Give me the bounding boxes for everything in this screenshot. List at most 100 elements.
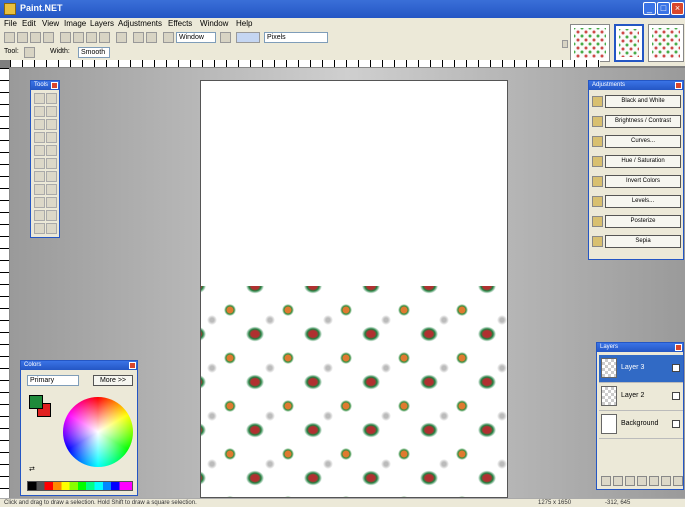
rectangle-icon[interactable] (34, 210, 45, 221)
antialias-combo[interactable]: Smooth (78, 47, 110, 58)
curves-icon (592, 136, 603, 147)
magic-wand-icon[interactable] (34, 132, 45, 143)
menu-image[interactable]: Image (64, 19, 86, 28)
adjustments-panel: Adjustments Black and White Brightness /… (588, 80, 684, 260)
menu-file[interactable]: File (4, 19, 17, 28)
paintbrush-icon[interactable] (34, 158, 45, 169)
menu-help[interactable]: Help (236, 19, 252, 28)
minimize-button[interactable]: _ (643, 2, 656, 15)
copy-icon[interactable] (73, 32, 84, 43)
menu-window[interactable]: Window (200, 19, 228, 28)
add-layer-icon[interactable] (601, 476, 611, 486)
sepia-button[interactable]: Sepia (605, 235, 681, 248)
zoom-in-icon[interactable] (220, 32, 231, 43)
layer-visibility-checkbox[interactable] (672, 364, 680, 372)
color-picker-icon[interactable] (46, 171, 57, 182)
rounded-rectangle-icon[interactable] (46, 210, 57, 221)
line-icon[interactable] (46, 197, 57, 208)
levels-icon (592, 196, 603, 207)
menu-adjustments[interactable]: Adjustments (118, 19, 162, 28)
zoom-icon[interactable] (163, 32, 174, 43)
primary-color-swatch[interactable] (29, 395, 43, 409)
freeform-shape-icon[interactable] (46, 223, 57, 234)
levels-button[interactable]: Levels... (605, 195, 681, 208)
zoom-combo[interactable]: Window (176, 32, 216, 43)
close-icon[interactable] (675, 82, 682, 89)
menu-view[interactable]: View (42, 19, 59, 28)
close-icon[interactable] (51, 82, 58, 89)
duplicate-layer-icon[interactable] (625, 476, 635, 486)
print-icon[interactable] (43, 32, 54, 43)
close-button[interactable]: × (671, 2, 684, 15)
more-colors-button[interactable]: More >> (93, 375, 133, 386)
black-white-button[interactable]: Black and White (605, 95, 681, 108)
layer-visibility-checkbox[interactable] (672, 420, 680, 428)
gradient-icon[interactable] (46, 145, 57, 156)
crop-icon[interactable] (99, 32, 110, 43)
ellipse-icon[interactable] (34, 223, 45, 234)
paint-bucket-icon[interactable] (34, 145, 45, 156)
paste-icon[interactable] (86, 32, 97, 43)
clone-stamp-icon[interactable] (34, 184, 45, 195)
curves-button[interactable]: Curves... (605, 135, 681, 148)
invert-colors-button[interactable]: Invert Colors (605, 175, 681, 188)
text-icon[interactable] (34, 197, 45, 208)
maximize-button[interactable]: □ (657, 2, 670, 15)
swap-colors-icon[interactable]: ⇄ (29, 465, 35, 473)
save-icon[interactable] (30, 32, 41, 43)
move-icon[interactable] (46, 93, 57, 104)
brightness-contrast-button[interactable]: Brightness / Contrast (605, 115, 681, 128)
eraser-icon[interactable] (46, 158, 57, 169)
christmas-pattern (201, 286, 507, 497)
layer-name: Background (621, 420, 659, 427)
redo-icon[interactable] (146, 32, 157, 43)
image-tab-1[interactable] (570, 24, 610, 62)
hue-icon (592, 156, 603, 167)
delete-layer-icon[interactable] (613, 476, 623, 486)
menu-edit[interactable]: Edit (22, 19, 36, 28)
close-icon[interactable] (129, 362, 136, 369)
move-layer-down-icon[interactable] (661, 476, 671, 486)
move-layer-up-icon[interactable] (649, 476, 659, 486)
color-palette[interactable] (27, 481, 133, 491)
layer-row[interactable]: Layer 2 (599, 383, 683, 411)
selection-mode-icon[interactable] (24, 47, 35, 58)
move-selection-icon[interactable] (46, 106, 57, 117)
hue-saturation-button[interactable]: Hue / Saturation (605, 155, 681, 168)
grid-icon[interactable] (236, 32, 260, 43)
main-toolbar: Window Pixels (0, 30, 560, 46)
deselect-icon[interactable] (116, 32, 127, 43)
open-icon[interactable] (17, 32, 28, 43)
image-tab-2[interactable] (614, 24, 644, 62)
layer-visibility-checkbox[interactable] (672, 392, 680, 400)
image-canvas[interactable] (200, 80, 508, 498)
layer-row[interactable]: Layer 3 (599, 355, 683, 383)
width-label: Width: (50, 48, 70, 55)
rectangle-select-icon[interactable] (34, 93, 45, 104)
recolor-icon[interactable] (46, 184, 57, 195)
black-white-icon (592, 96, 603, 107)
image-size: 1275 x 1650 (538, 500, 572, 506)
pan-icon[interactable] (46, 132, 57, 143)
pencil-icon[interactable] (34, 171, 45, 182)
color-mode-select[interactable]: Primary (27, 375, 79, 386)
image-tab-3[interactable] (648, 24, 684, 62)
menu-effects[interactable]: Effects (168, 19, 192, 28)
new-icon[interactable] (4, 32, 15, 43)
image-thumbnail (574, 28, 606, 58)
lasso-icon[interactable] (34, 106, 45, 117)
menu-layers[interactable]: Layers (90, 19, 114, 28)
ellipse-select-icon[interactable] (34, 119, 45, 130)
adjustment-row: Black and White (591, 94, 683, 110)
layer-properties-icon[interactable] (673, 476, 683, 486)
tabs-scroll-left-icon[interactable] (562, 40, 568, 48)
units-combo[interactable]: Pixels (264, 32, 328, 43)
close-icon[interactable] (675, 344, 682, 351)
zoom-tool-icon[interactable] (46, 119, 57, 130)
merge-layer-icon[interactable] (637, 476, 647, 486)
cut-icon[interactable] (60, 32, 71, 43)
color-wheel[interactable] (63, 397, 133, 467)
posterize-button[interactable]: Posterize (605, 215, 681, 228)
undo-icon[interactable] (133, 32, 144, 43)
layer-row[interactable]: Background (599, 411, 683, 439)
